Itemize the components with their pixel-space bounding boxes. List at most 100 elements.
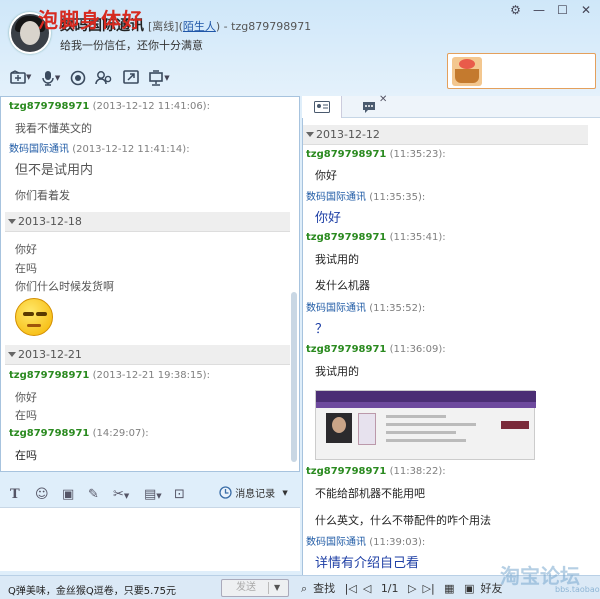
- message-header: tzg879798971 (2013-12-12 11:41:06):: [9, 101, 210, 112]
- message-text: 你好: [315, 169, 337, 182]
- file-transfer-icon: [10, 70, 26, 84]
- sender-name: tzg879798971: [306, 232, 387, 243]
- chevron-down-icon[interactable]: ▼: [274, 580, 280, 596]
- send-button[interactable]: 发送 ▼: [221, 579, 289, 597]
- message-time: (11:39:03):: [369, 537, 426, 548]
- tab-chat-history[interactable]: ✕: [354, 94, 390, 118]
- maximize-button[interactable]: ☐: [555, 3, 571, 17]
- message-time: (11:35:52):: [369, 303, 426, 314]
- quick-reply-icon[interactable]: ▤▼: [144, 487, 162, 502]
- last-page-icon[interactable]: ▷|: [422, 582, 434, 595]
- message-text: 你好: [15, 243, 37, 256]
- history-pager: ⌕ 查找 |◁ ◁ 1/1 ▷ ▷| ▦ ▣ 好友: [301, 580, 508, 596]
- tab-profile[interactable]: [302, 96, 342, 118]
- message-header: 数码国际通讯 (11:35:52):: [306, 299, 425, 314]
- message-text: 你们什么时候发货啊: [15, 280, 114, 293]
- message-text: 你好: [315, 211, 342, 226]
- sender-name: tzg879798971: [306, 344, 387, 355]
- profile-card-icon: [314, 101, 330, 113]
- message-text: 我看不懂英文的: [15, 122, 92, 135]
- remote-assist-button[interactable]: ▼: [148, 70, 170, 88]
- date-divider[interactable]: 2013-12-18: [5, 212, 290, 232]
- message-time: (11:35:23):: [389, 149, 446, 160]
- message-time: (11:35:35):: [369, 192, 426, 203]
- date-divider[interactable]: 2013-12-12: [303, 125, 588, 145]
- first-page-icon[interactable]: |◁: [345, 582, 357, 595]
- message-text: 在吗: [15, 262, 37, 275]
- chevron-down-icon: ▼: [282, 488, 288, 497]
- input-toolbar: T ☺ ▣ ✎ ✂▼ ▤▼ ⊡ 消息记录 ▼: [0, 481, 300, 507]
- contacts-button[interactable]: [95, 70, 113, 88]
- contacts-icon: [95, 71, 112, 85]
- edit-icon[interactable]: ✎: [88, 487, 99, 502]
- settings-icon[interactable]: ⚙: [508, 3, 524, 17]
- scissors-icon[interactable]: ✂▼: [113, 487, 129, 502]
- message-time: (11:38:22):: [389, 466, 446, 477]
- screenshot-image[interactable]: [315, 390, 536, 460]
- ad-banner-text: 泡脚身体好: [38, 8, 143, 32]
- image-icon[interactable]: ▣: [62, 487, 74, 502]
- ad-banner[interactable]: [447, 53, 596, 89]
- next-page-icon[interactable]: ▷: [408, 582, 416, 595]
- file-transfer-button[interactable]: ▼: [10, 70, 31, 88]
- voice-button[interactable]: ▼: [41, 70, 60, 88]
- message-header: tzg879798971 (11:35:41):: [306, 232, 446, 243]
- right-chat-history[interactable]: 2013-12-12 tzg879798971 (11:35:23): 你好 数…: [302, 118, 600, 575]
- contact-status: [离线](陌生人) - tzg879798971: [148, 18, 311, 34]
- minimize-button[interactable]: —: [531, 3, 547, 17]
- close-tab-icon[interactable]: ✕: [379, 94, 387, 105]
- remote-assist-icon: [149, 70, 164, 86]
- message-text: ？: [315, 322, 329, 337]
- watermark-url: bbs.taobao.com: [555, 585, 600, 594]
- camera-icon: [70, 70, 86, 86]
- message-text: 不能给部机器不能用吧: [315, 487, 425, 500]
- message-text: 发什么机器: [315, 279, 370, 292]
- message-history-button[interactable]: 消息记录 ▼: [219, 485, 299, 503]
- message-header: tzg879798971 (11:35:23):: [306, 149, 446, 160]
- message-input[interactable]: [0, 507, 300, 571]
- emoticon-icon[interactable]: ☺: [35, 487, 49, 502]
- sender-name: tzg879798971: [306, 149, 387, 160]
- sender-name: 数码国际通讯: [306, 192, 366, 203]
- window-controls: ⚙ — ☐ ✕: [504, 3, 595, 17]
- message-text: 但不是试用内: [15, 163, 94, 178]
- message-header: tzg879798971 (2013-12-21 19:38:15):: [9, 370, 210, 381]
- message-text: 你好: [15, 391, 37, 404]
- message-header: tzg879798971 (11:36:09):: [306, 344, 446, 355]
- search-icon[interactable]: ⌕: [301, 582, 307, 595]
- page-indicator: 1/1: [380, 582, 399, 595]
- card-icon[interactable]: ⊡: [174, 487, 185, 502]
- message-time: (2013-12-12 11:41:14):: [72, 144, 190, 155]
- message-time: (11:35:41):: [389, 232, 446, 243]
- message-time: (14:29:07):: [92, 428, 149, 439]
- prev-page-icon[interactable]: ◁: [363, 582, 371, 595]
- message-header: 数码国际通讯 (11:35:35):: [306, 188, 425, 203]
- search-button[interactable]: 查找: [313, 582, 335, 595]
- left-chat-history[interactable]: tzg879798971 (2013-12-12 11:41:06): 我看不懂…: [0, 96, 300, 472]
- font-icon[interactable]: T: [10, 487, 20, 502]
- chevron-down-icon: ▼: [164, 74, 170, 82]
- microphone-icon: [42, 71, 54, 86]
- screen-share-button[interactable]: [122, 70, 139, 88]
- left-scrollbar[interactable]: [291, 292, 297, 462]
- chevron-down-icon: ▼: [26, 73, 32, 81]
- history-label: 消息记录: [235, 489, 276, 500]
- chevron-down-icon: ▼: [54, 74, 61, 82]
- date-divider[interactable]: 2013-12-21: [5, 345, 290, 365]
- fav-icon[interactable]: ▣: [464, 582, 474, 595]
- chat-toolbar: ▼ ▼ ▼: [10, 70, 176, 88]
- close-button[interactable]: ✕: [578, 3, 594, 17]
- history-icon: [219, 486, 232, 499]
- video-button[interactable]: [70, 70, 86, 88]
- sender-name: 数码国际通讯: [9, 144, 69, 155]
- chat-bubble-icon: [363, 102, 375, 113]
- sender-name: tzg879798971: [306, 466, 387, 477]
- folder-icon[interactable]: ▦: [444, 582, 454, 595]
- ad-text-link[interactable]: Q弹美味，金丝猴Q逗卷，只要5.75元: [8, 582, 176, 597]
- sender-name: tzg879798971: [9, 428, 90, 439]
- message-header: 数码国际通讯 (11:39:03):: [306, 533, 425, 548]
- status-suffix: ) - tzg879798971: [215, 20, 312, 33]
- stranger-link[interactable]: 陌生人: [183, 20, 216, 33]
- message-time: (11:36:09):: [389, 344, 446, 355]
- sender-name: 数码国际通讯: [306, 303, 366, 314]
